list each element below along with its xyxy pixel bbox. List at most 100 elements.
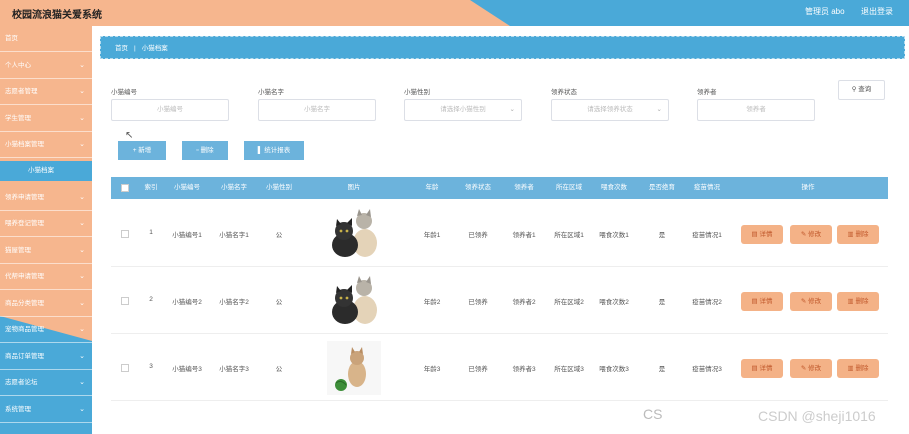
sidebar-item-label: 宠物商品管理 — [5, 326, 44, 333]
sidebar-item-label: 学生管理 — [5, 114, 31, 122]
cell-gender: 公 — [275, 299, 283, 306]
add-button[interactable]: + 新增 — [118, 141, 166, 160]
search-select[interactable]: 请选择领养状态 ⌄ — [551, 99, 669, 121]
bar-chart-icon: ▌ — [257, 147, 263, 154]
edit-button[interactable]: ✎ 修改 — [790, 292, 832, 311]
sidebar-item-10[interactable]: 商品分类管理 ⌄ — [0, 291, 92, 317]
sidebar: 首页 个人中心 ⌄ 志愿者管理 ⌄ 学生管理 ⌄ 小猫档案管理 ⌄ 小猫档案 领养申请管理 ⌄ 喂养登记… — [0, 26, 92, 434]
sidebar-item-label: 代帮申请管理 — [5, 273, 44, 280]
table-header: 索引 小猫编号 小猫名字 小猫性别 图片 年龄 领养状态 领养者 所在区域 喂食次数 是否绝育 疫苗情… — [111, 177, 888, 199]
column-header: 所在区域 — [556, 184, 582, 191]
stats-button-label: 统计报表 — [264, 147, 291, 154]
search-button-label: 查询 — [858, 86, 872, 93]
app-title: 校园流浪猫关爱系统 — [12, 10, 102, 21]
placeholder-text: 小猫名字 — [304, 106, 330, 113]
sidebar-item-8[interactable]: 猫屋管理 ⌄ — [0, 238, 92, 264]
column-header: 疫苗情况 — [694, 184, 720, 191]
cell-age: 年龄3 — [423, 366, 441, 373]
current-user[interactable]: 管理员 abo — [805, 6, 845, 17]
sidebar-item-label: 志愿者管理 — [5, 88, 38, 95]
cat-photo — [327, 274, 381, 328]
search-button[interactable]: ⚲ 查询 — [838, 80, 885, 100]
stats-report-button[interactable]: ▌ 统计报表 — [244, 141, 304, 160]
watermark: CSDN @sheji1016 — [758, 408, 876, 424]
breadcrumb-current: 小猫档案 — [141, 45, 168, 52]
column-header: 领养者 — [514, 184, 534, 191]
column-header: 喂食次数 — [601, 184, 627, 191]
edit-button-label: 修改 — [808, 298, 822, 305]
detail-button-label: 详情 — [759, 298, 773, 305]
select-all-checkbox[interactable] — [121, 184, 129, 192]
delete-button-label: 删除 — [855, 231, 869, 238]
row-checkbox[interactable] — [121, 230, 129, 238]
sidebar-item-label: 喂养登记管理 — [5, 220, 44, 227]
chevron-down-icon: ⌄ — [656, 106, 662, 113]
chevron-down-icon: ⌄ — [79, 299, 85, 307]
search-label: 小猫性别 — [404, 89, 430, 96]
sidebar-item-4[interactable]: 小猫档案管理 ⌄ — [0, 132, 92, 158]
sidebar-item-11[interactable]: 宠物商品管理 ⌄ — [0, 317, 92, 343]
row-checkbox[interactable] — [121, 364, 129, 372]
search-select[interactable]: 请选择小猫性别 ⌄ — [404, 99, 522, 121]
delete-button[interactable]: ▥ 删除 — [837, 225, 879, 244]
detail-button[interactable]: ▤ 详情 — [741, 225, 783, 244]
row-checkbox[interactable] — [121, 297, 129, 305]
detail-button[interactable]: ▤ 详情 — [741, 359, 783, 378]
sidebar-item-3[interactable]: 学生管理 ⌄ — [0, 106, 92, 132]
sidebar-item-1[interactable]: 个人中心 ⌄ — [0, 53, 92, 79]
edit-button[interactable]: ✎ 修改 — [790, 225, 832, 244]
chevron-down-icon: ⌄ — [79, 141, 85, 148]
placeholder-text: 请选择小猫性别 — [440, 106, 486, 113]
cell-area: 所在区域2 — [554, 299, 584, 306]
delete-button[interactable]: ▥ 删除 — [837, 292, 879, 311]
sidebar-item-6[interactable]: 领养申请管理 ⌄ — [0, 185, 92, 211]
search-label: 小猫名字 — [258, 89, 284, 96]
sidebar-item-7[interactable]: 喂养登记管理 ⌄ — [0, 211, 92, 237]
cell-feed: 喂食次数1 — [599, 232, 629, 239]
cell-area: 所在区域1 — [554, 232, 584, 239]
sidebar-item-9[interactable]: 代帮申请管理 ⌄ — [0, 264, 92, 290]
cell-name: 小猫名字2 — [219, 299, 249, 306]
sidebar-item-0[interactable]: 首页 — [0, 26, 92, 52]
placeholder-text: 领养者 — [746, 106, 766, 113]
chevron-down-icon: ⌄ — [79, 352, 85, 360]
sidebar-subitem-cat-archive[interactable]: 小猫档案 — [0, 160, 92, 181]
edit-button[interactable]: ✎ 修改 — [790, 359, 832, 378]
cell-neutered: 是 — [658, 232, 666, 239]
mouse-cursor-icon: ↖ — [125, 130, 134, 141]
sidebar-item-label: 志愿者论坛 — [5, 379, 38, 386]
column-header: 索引 — [144, 184, 158, 191]
cell-index: 1 — [149, 229, 153, 236]
watermark-fragment: CS — [643, 406, 663, 422]
detail-button[interactable]: ▤ 详情 — [741, 292, 783, 311]
search-input[interactable]: 领养者 — [697, 99, 815, 121]
chevron-down-icon: ⌄ — [79, 88, 85, 95]
header-background — [0, 0, 909, 26]
sidebar-item-label: 系统管理 — [5, 405, 31, 413]
sidebar-item-label: 猫屋管理 — [5, 246, 31, 254]
search-input[interactable]: 小猫编号 — [111, 99, 229, 121]
cat-photo — [327, 341, 381, 395]
logout-link[interactable]: 退出登录 — [861, 6, 893, 17]
sidebar-item-2[interactable]: 志愿者管理 ⌄ — [0, 79, 92, 105]
delete-button-label: 删除 — [855, 298, 869, 305]
column-header: 小猫性别 — [266, 184, 292, 191]
search-label: 领养者 — [697, 89, 717, 96]
sidebar-item-12[interactable]: 商品订单管理 ⌄ — [0, 344, 92, 370]
column-header: 领养状态 — [465, 184, 491, 191]
column-header: 图片 — [347, 184, 361, 191]
table-row: 1 小猫编号1 小猫名字1 公 年龄1 已领养 领养者1 所在区域1 喂食次数1 是 疫苗情况1 ▤ … — [111, 201, 888, 267]
cell-neutered: 是 — [658, 366, 666, 373]
delete-button[interactable]: ▥ 删除 — [837, 359, 879, 378]
sidebar-item-14[interactable]: 系统管理 ⌄ — [0, 397, 92, 423]
column-header: 是否绝育 — [649, 184, 675, 191]
delete-button[interactable]: ▫ 删除 — [182, 141, 228, 160]
search-input[interactable]: 小猫名字 — [258, 99, 376, 121]
sidebar-item-13[interactable]: 志愿者论坛 ⌄ — [0, 370, 92, 396]
cell-adopter: 领养者3 — [512, 366, 536, 373]
cell-vaccine: 疫苗情况1 — [692, 232, 722, 239]
breadcrumb-home[interactable]: 首页 — [115, 45, 128, 52]
column-header: 操作 — [801, 184, 815, 191]
table-row: 2 小猫编号2 小猫名字2 公 年龄2 已领养 领养者2 所在区域2 喂食次数2 是 疫苗情况2 ▤ … — [111, 268, 888, 334]
detail-button-label: 详情 — [759, 231, 773, 238]
